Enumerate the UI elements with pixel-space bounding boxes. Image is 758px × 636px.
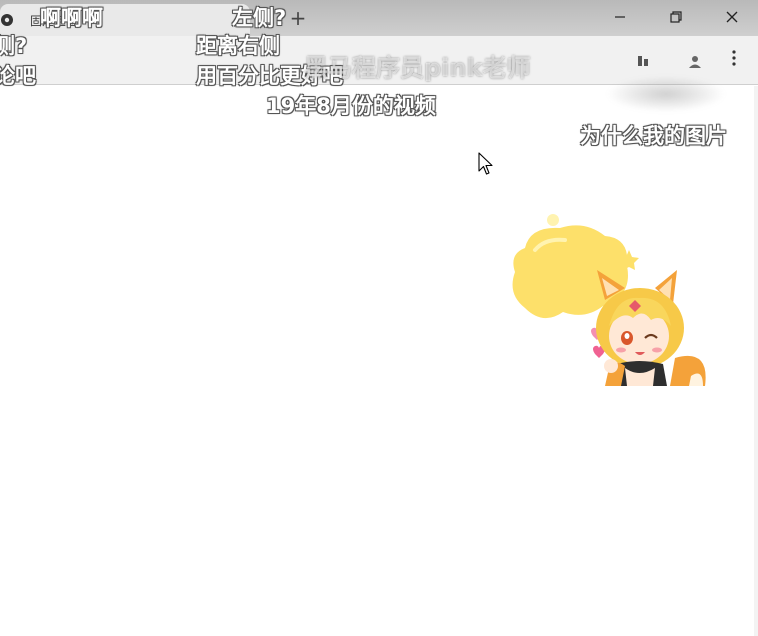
- danmaku-comment: 论吧: [0, 64, 36, 88]
- tab-strip: 固定定位 +: [0, 0, 758, 36]
- close-icon: [726, 8, 738, 27]
- close-button[interactable]: [712, 4, 752, 30]
- danmaku-comment: 侧?: [0, 34, 28, 58]
- extension-icon[interactable]: [634, 52, 652, 70]
- more-vert-icon: [732, 50, 736, 70]
- mouse-cursor-icon: [478, 152, 494, 176]
- restore-button[interactable]: [656, 4, 696, 30]
- minimize-button[interactable]: [600, 4, 640, 30]
- fox-girl-mascot-image: [505, 208, 715, 388]
- minimize-icon: [614, 8, 626, 27]
- tab-favicon-icon: [0, 13, 14, 27]
- danmaku-comment: 19年8月份的视频: [266, 94, 436, 118]
- restore-icon: [670, 8, 682, 27]
- danmaku-comment: 左侧?: [232, 6, 287, 30]
- video-watermark: 黑马程序员pink老师: [304, 54, 531, 82]
- danmaku-comment: 为什么我的图片: [580, 124, 727, 148]
- blurred-extension-area: [606, 76, 726, 112]
- scrollbar-track[interactable]: [754, 86, 758, 636]
- danmaku-comment: 距离右侧: [196, 34, 280, 58]
- new-tab-button[interactable]: +: [288, 8, 308, 28]
- danmaku-comment: 啊啊啊: [40, 6, 103, 30]
- profile-icon[interactable]: [686, 52, 704, 70]
- more-menu-button[interactable]: [724, 50, 744, 70]
